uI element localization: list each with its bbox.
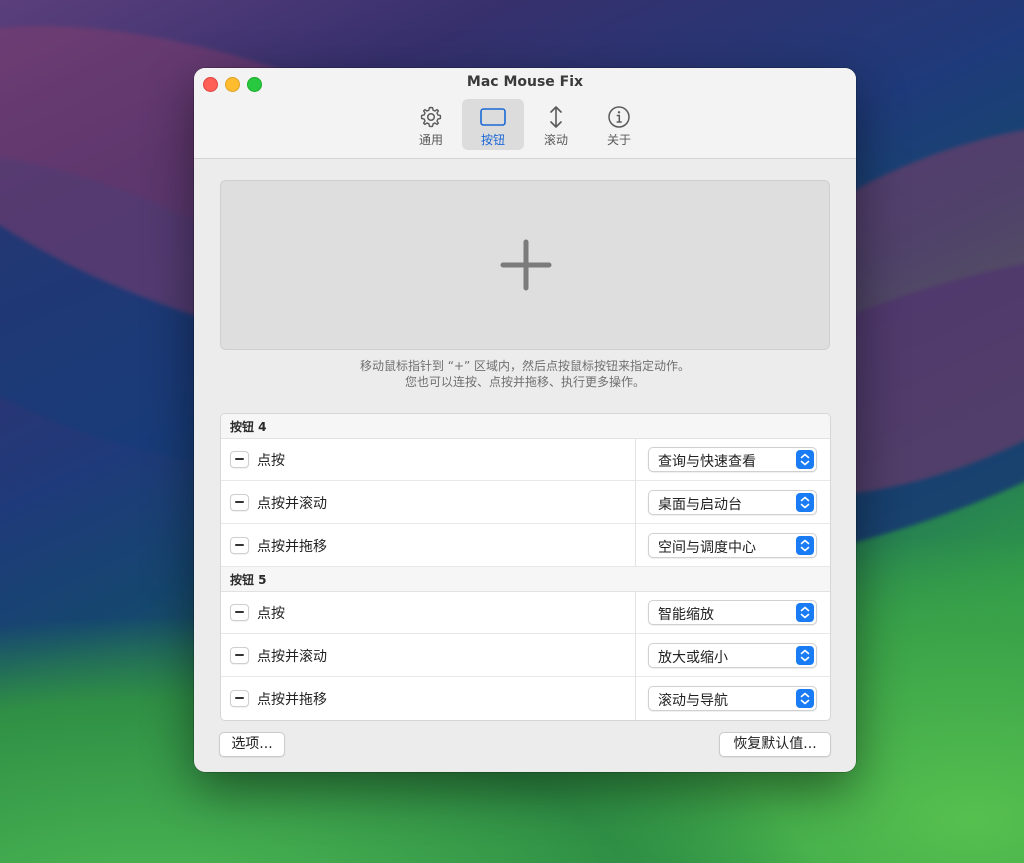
table-row: 点按并滚动 桌面与启动台 bbox=[221, 481, 830, 524]
action-popup[interactable]: 桌面与启动台 bbox=[648, 490, 817, 515]
tab-label: 滚动 bbox=[543, 133, 568, 147]
trigger-label: 点按 bbox=[257, 606, 285, 622]
updown-chevron-icon bbox=[796, 450, 814, 469]
minus-icon bbox=[235, 611, 244, 613]
table-row: 点按 智能缩放 bbox=[221, 591, 830, 634]
updown-chevron-icon bbox=[796, 603, 814, 622]
group-header: 按钮 4 bbox=[221, 414, 830, 439]
tab-scroll[interactable]: 滚动 bbox=[525, 99, 587, 150]
updown-chevron-icon bbox=[796, 646, 814, 665]
tab-about[interactable]: 关于 bbox=[588, 99, 650, 150]
table-row: 点按 查询与快速查看 bbox=[221, 438, 830, 481]
gear-icon bbox=[420, 106, 442, 128]
toolbar: Mac Mouse Fix 通用 按钮 滚动 关于 bbox=[194, 68, 856, 159]
remove-row-button[interactable] bbox=[230, 604, 249, 621]
tab-general[interactable]: 通用 bbox=[400, 99, 462, 150]
window-title: Mac Mouse Fix bbox=[466, 74, 584, 90]
app-window: Mac Mouse Fix 通用 按钮 滚动 关于 移动鼠标指针到 “+” 区域… bbox=[194, 68, 856, 772]
table-row: 点按并拖移 空间与调度中心 bbox=[221, 524, 830, 567]
action-popup[interactable]: 滚动与导航 bbox=[648, 686, 817, 711]
table-row: 点按并滚动 放大或缩小 bbox=[221, 634, 830, 677]
table-row: 点按并拖移 滚动与导航 bbox=[221, 677, 830, 719]
trigger-label: 点按并拖移 bbox=[257, 539, 327, 555]
updown-chevron-icon bbox=[796, 689, 814, 708]
action-value: 空间与调度中心 bbox=[658, 540, 756, 556]
action-popup[interactable]: 空间与调度中心 bbox=[648, 533, 817, 558]
remove-row-button[interactable] bbox=[230, 537, 249, 554]
remove-row-button[interactable] bbox=[230, 494, 249, 511]
action-popup[interactable]: 放大或缩小 bbox=[648, 643, 817, 668]
scroll-arrows-icon bbox=[550, 106, 562, 128]
tab-label: 通用 bbox=[418, 133, 443, 147]
plus-icon bbox=[500, 239, 552, 291]
group-label: 按钮 4 bbox=[230, 420, 267, 434]
info-icon bbox=[608, 106, 630, 128]
hint-line: 移动鼠标指针到 “+” 区域内，然后点按鼠标按钮来指定动作。 bbox=[359, 359, 691, 373]
minus-icon bbox=[235, 458, 244, 460]
hint-line: 您也可以连按、点按并拖移、执行更多操作。 bbox=[404, 375, 645, 389]
minus-icon bbox=[235, 544, 244, 546]
trigger-label: 点按 bbox=[257, 453, 285, 469]
action-value: 滚动与导航 bbox=[658, 693, 728, 709]
group-header: 按钮 5 bbox=[221, 567, 830, 592]
minus-icon bbox=[235, 501, 244, 503]
minus-icon bbox=[235, 697, 244, 699]
trigger-label: 点按并滚动 bbox=[257, 649, 327, 665]
tab-label: 按钮 bbox=[480, 133, 505, 147]
updown-chevron-icon bbox=[796, 536, 814, 555]
options-button[interactable]: 选项... bbox=[219, 732, 285, 757]
tab-buttons[interactable]: 按钮 bbox=[462, 99, 524, 150]
action-value: 放大或缩小 bbox=[658, 650, 728, 666]
action-value: 桌面与启动台 bbox=[658, 497, 742, 513]
action-value: 查询与快速查看 bbox=[658, 454, 756, 470]
remove-row-button[interactable] bbox=[230, 647, 249, 664]
minus-icon bbox=[235, 654, 244, 656]
updown-chevron-icon bbox=[796, 493, 814, 512]
trigger-label: 点按并滚动 bbox=[257, 496, 327, 512]
remove-row-button[interactable] bbox=[230, 690, 249, 707]
trigger-label: 点按并拖移 bbox=[257, 692, 327, 708]
tab-label: 关于 bbox=[606, 133, 631, 147]
action-popup[interactable]: 智能缩放 bbox=[648, 600, 817, 625]
capture-hint: 移动鼠标指针到 “+” 区域内，然后点按鼠标按钮来指定动作。 您也可以连按、点按… bbox=[194, 358, 856, 390]
remaps-table: 按钮 4 点按 查询与快速查看 点按并滚动 桌面与启动台 点按并拖移 空间与调度… bbox=[220, 413, 831, 721]
action-popup[interactable]: 查询与快速查看 bbox=[648, 447, 817, 472]
button-capture-area[interactable] bbox=[220, 180, 830, 350]
mouse-button-icon bbox=[480, 108, 506, 126]
remove-row-button[interactable] bbox=[230, 451, 249, 468]
group-label: 按钮 5 bbox=[230, 573, 267, 587]
restore-defaults-button[interactable]: 恢复默认值... bbox=[719, 732, 831, 757]
action-value: 智能缩放 bbox=[658, 607, 714, 623]
